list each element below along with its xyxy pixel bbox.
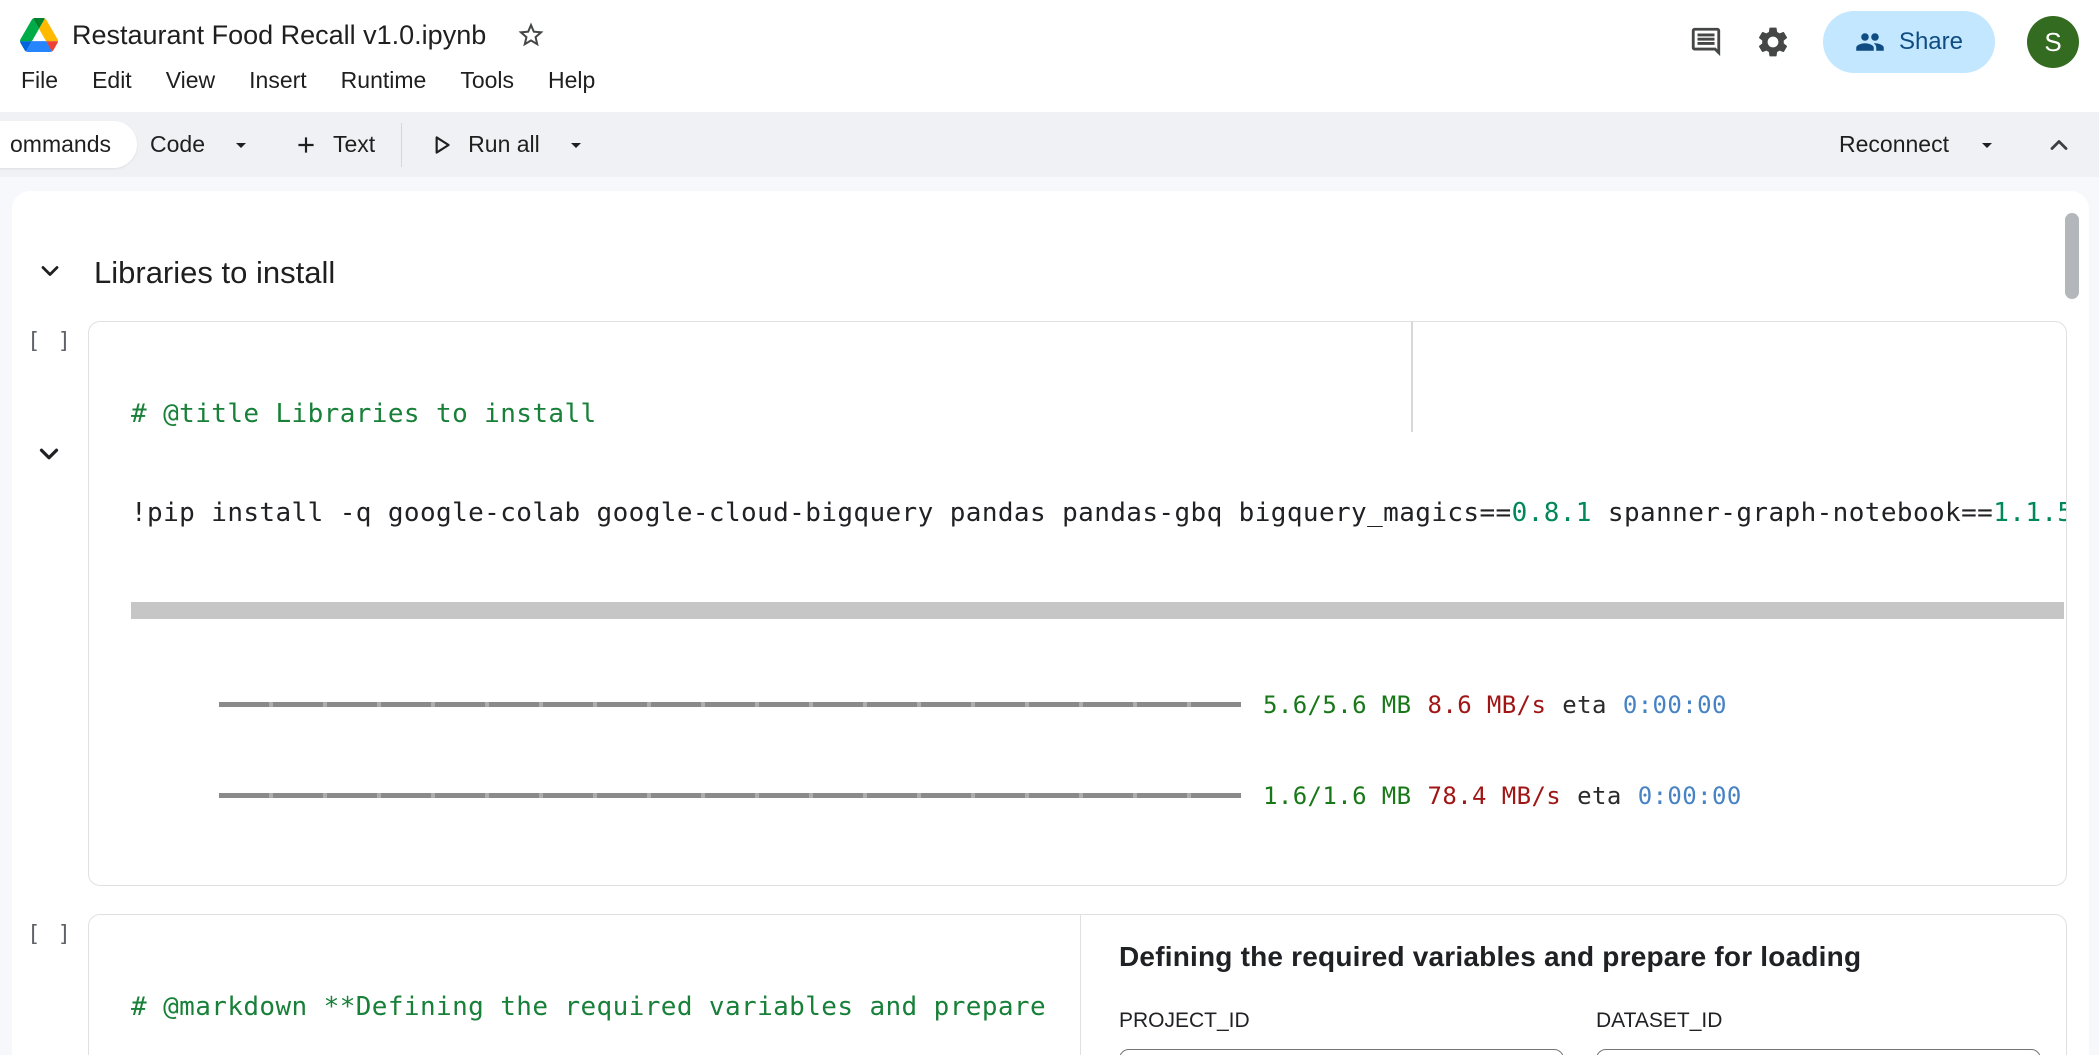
avatar-initial: S bbox=[2044, 27, 2061, 58]
play-icon bbox=[428, 132, 454, 158]
download-progress-row: 1.6/1.6 MB 78.4 MB/s eta 0:00:00 bbox=[131, 778, 2066, 813]
app-header: Restaurant Food Recall v1.0.ipynb bbox=[0, 0, 2099, 112]
download-progress-row: 5.6/5.6 MB 8.6 MB/s eta 0:00:00 bbox=[131, 687, 2066, 722]
cell-body[interactable]: # @markdown **Defining the required vari… bbox=[88, 914, 2067, 1055]
menu-tools[interactable]: Tools bbox=[460, 67, 514, 94]
project-id-field: PROJECT_ID bbox=[1119, 1009, 1564, 1055]
code-text: spanner-graph-notebook== bbox=[1592, 498, 1993, 528]
commands-button[interactable]: ommands bbox=[0, 121, 137, 168]
dataset-id-field: DATASET_ID bbox=[1596, 1009, 2041, 1055]
code-comment: # @markdown **Defining the required vari… bbox=[131, 992, 1046, 1022]
menu-help[interactable]: Help bbox=[548, 67, 595, 94]
menu-view[interactable]: View bbox=[166, 67, 215, 94]
run-cell-button[interactable]: [ ] bbox=[27, 922, 73, 947]
avatar[interactable]: S bbox=[2027, 16, 2079, 68]
section-title: Libraries to install bbox=[94, 255, 335, 291]
toolbar-divider bbox=[401, 123, 402, 167]
download-size: 1.6/1.6 MB bbox=[1263, 782, 1412, 810]
menu-insert[interactable]: Insert bbox=[249, 67, 307, 94]
form-title: Defining the required variables and prep… bbox=[1119, 941, 2042, 973]
run-cell-button[interactable]: [ ] bbox=[27, 329, 73, 354]
cell-body[interactable]: # @title Libraries to install !pip insta… bbox=[88, 321, 2067, 886]
params-form: Defining the required variables and prep… bbox=[1081, 915, 2066, 1055]
reconnect-dropdown-icon[interactable] bbox=[1975, 133, 1999, 157]
eta-value: 0:00:00 bbox=[1623, 691, 1727, 719]
people-icon bbox=[1855, 27, 1885, 57]
download-speed: 78.4 MB/s bbox=[1428, 782, 1562, 810]
add-text-button[interactable]: Text bbox=[293, 131, 375, 158]
add-code-label: Code bbox=[150, 131, 205, 158]
notebook-panel: Libraries to install [ ] # @title Librar… bbox=[12, 191, 2089, 1055]
horizontal-scrollbar[interactable] bbox=[131, 602, 2064, 619]
menu-edit[interactable]: Edit bbox=[92, 67, 132, 94]
drive-logo-icon bbox=[20, 18, 58, 52]
code-text: !pip install -q google-colab google-clou… bbox=[131, 498, 1512, 528]
plus-icon bbox=[293, 132, 319, 158]
code-comment: # @title Libraries to install bbox=[131, 399, 597, 429]
eta-value: 0:00:00 bbox=[1638, 782, 1742, 810]
add-text-label: Text bbox=[333, 131, 375, 158]
reconnect-button[interactable]: Reconnect bbox=[1839, 131, 1949, 158]
star-outline-icon[interactable] bbox=[516, 20, 546, 50]
cell-output: 5.6/5.6 MB 8.6 MB/s eta 0:00:00 1.6/1.6 … bbox=[89, 619, 2066, 885]
progress-bar bbox=[219, 793, 1241, 798]
comments-icon[interactable] bbox=[1689, 25, 1723, 59]
eta-label: eta bbox=[1562, 691, 1607, 719]
download-size: 5.6/5.6 MB bbox=[1263, 691, 1412, 719]
progress-bar bbox=[219, 702, 1241, 707]
dataset-id-label: DATASET_ID bbox=[1596, 1009, 2041, 1033]
share-button-label: Share bbox=[1899, 28, 1963, 56]
menu-runtime[interactable]: Runtime bbox=[341, 67, 427, 94]
run-all-button[interactable]: Run all bbox=[428, 131, 540, 158]
run-all-dropdown-icon[interactable] bbox=[564, 133, 588, 157]
eta-label: eta bbox=[1577, 782, 1622, 810]
project-id-input[interactable] bbox=[1119, 1049, 1564, 1055]
share-button[interactable]: Share bbox=[1823, 11, 1995, 73]
code-cell-variables-form: [ ] # @markdown **Defining the required … bbox=[12, 914, 2067, 1055]
chevron-up-icon[interactable] bbox=[2045, 131, 2073, 159]
code-version: 0.8.1 bbox=[1512, 498, 1592, 528]
section-collapse-icon[interactable] bbox=[36, 257, 64, 290]
gear-icon[interactable] bbox=[1755, 24, 1791, 60]
dataset-id-input[interactable] bbox=[1596, 1049, 2041, 1055]
output-collapse-icon[interactable] bbox=[34, 439, 64, 474]
code-editor[interactable]: # @title Libraries to install !pip insta… bbox=[89, 322, 2066, 602]
vertical-scrollbar[interactable] bbox=[2065, 213, 2079, 299]
code-version: 1.1.5 bbox=[1993, 498, 2066, 528]
menu-file[interactable]: File bbox=[21, 67, 58, 94]
notebook-title[interactable]: Restaurant Food Recall v1.0.ipynb bbox=[72, 20, 486, 51]
download-speed: 8.6 MB/s bbox=[1428, 691, 1547, 719]
notebook-content: Libraries to install [ ] # @title Librar… bbox=[0, 177, 2099, 1055]
project-id-label: PROJECT_ID bbox=[1119, 1009, 1564, 1033]
notebook-toolbar: ommands Code Text Run all Reconnect bbox=[0, 112, 2099, 177]
add-code-dropdown-icon[interactable] bbox=[229, 133, 253, 157]
code-cell-pip-install: [ ] # @title Libraries to install !pip i… bbox=[12, 321, 2067, 886]
code-editor[interactable]: # @markdown **Defining the required vari… bbox=[89, 915, 1081, 1055]
run-all-label: Run all bbox=[468, 131, 540, 158]
commands-label: ommands bbox=[10, 131, 111, 158]
